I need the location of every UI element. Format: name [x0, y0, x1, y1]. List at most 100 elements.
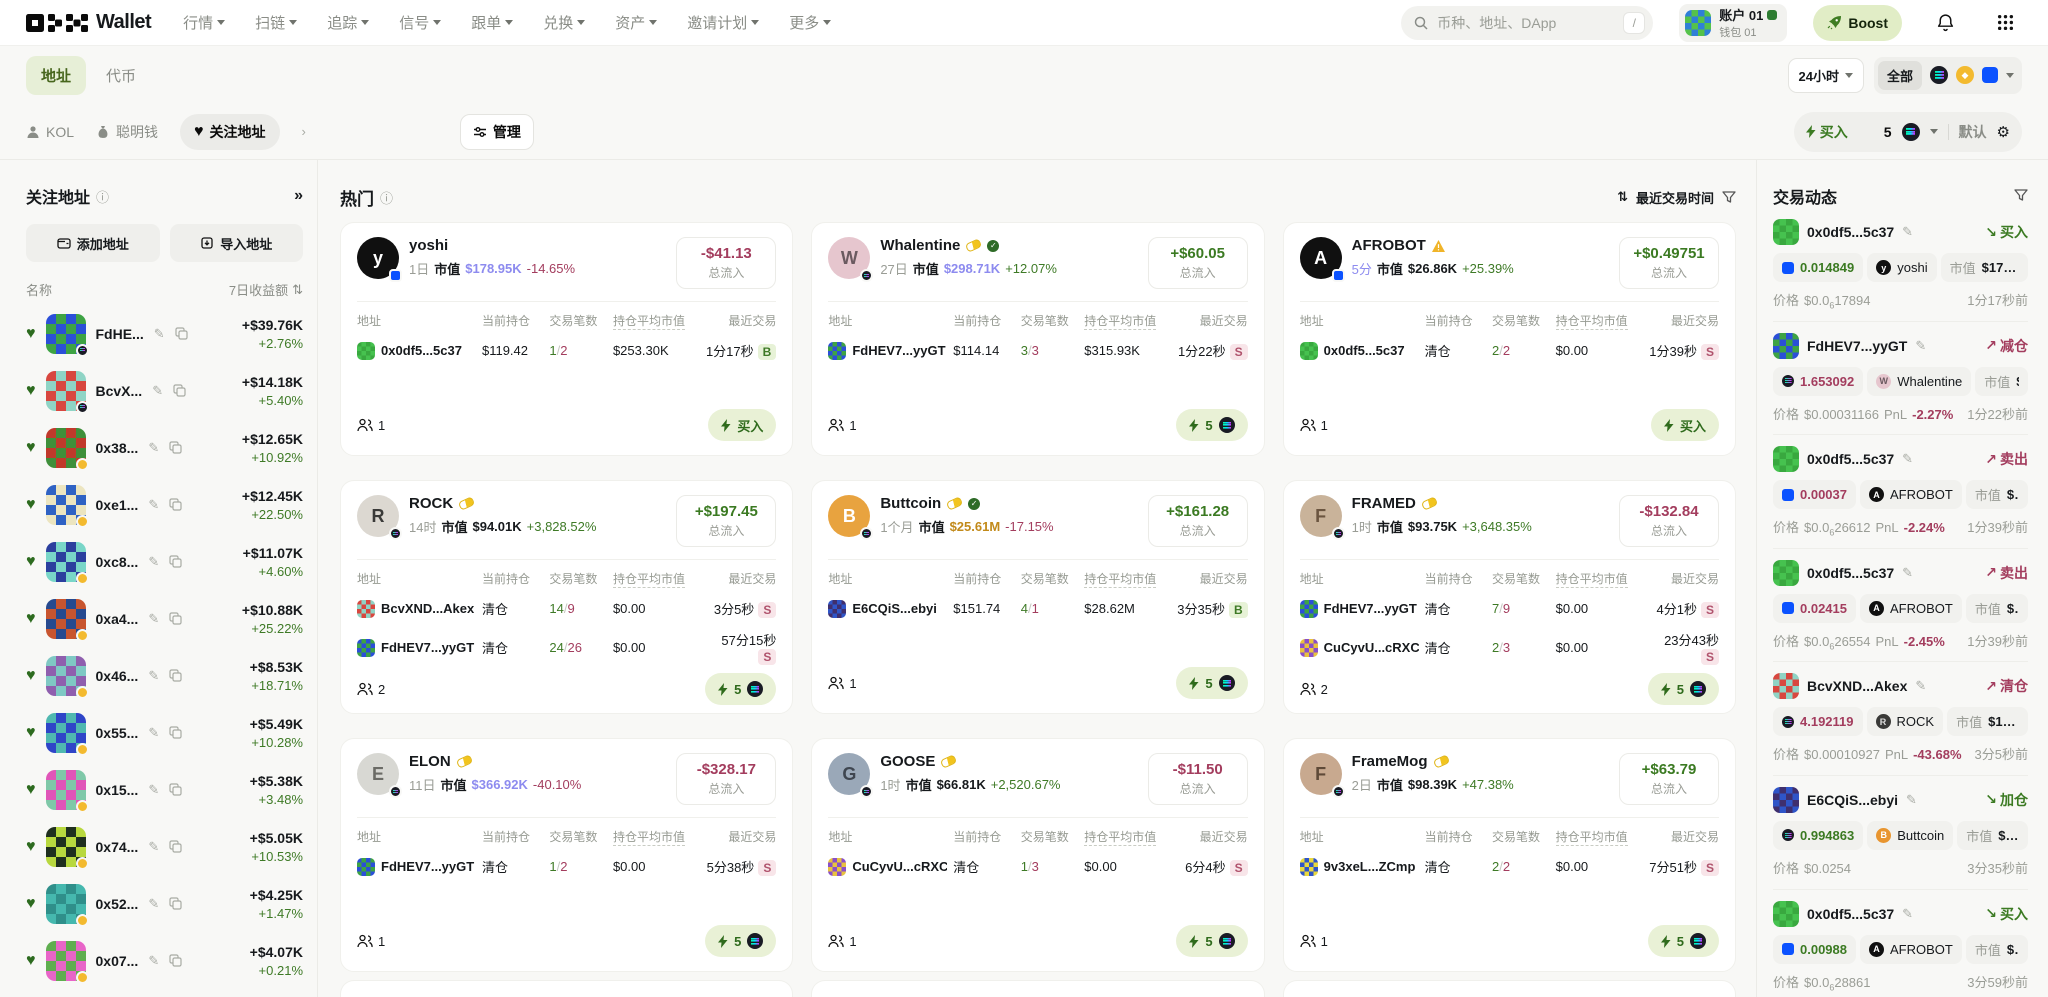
trader-address[interactable]: 0x0df5...5c37: [1807, 906, 1894, 922]
nav-item[interactable]: 更多: [789, 12, 831, 33]
edit-pencil-icon[interactable]: ✎: [148, 953, 159, 969]
address-name[interactable]: 0x46...: [96, 668, 139, 684]
nav-item[interactable]: 资产: [615, 12, 657, 33]
address-name[interactable]: FdHE...: [96, 326, 144, 342]
address-name[interactable]: 0x55...: [96, 725, 139, 741]
edit-pencil-icon[interactable]: ✎: [148, 725, 159, 741]
tab-address[interactable]: 地址: [26, 56, 86, 95]
info-icon[interactable]: ⓘ: [380, 188, 393, 207]
address-name[interactable]: 0x15...: [96, 782, 139, 798]
token-name[interactable]: ELON: [409, 753, 451, 770]
holder-address[interactable]: 9v3xeL...ZCmp: [1300, 858, 1419, 876]
edit-pencil-icon[interactable]: ✎: [1902, 451, 1913, 467]
account-switcher[interactable]: 账户 01 钱包 01: [1679, 4, 1787, 42]
favorite-heart-icon[interactable]: ♥: [26, 895, 36, 913]
copy-icon[interactable]: [169, 555, 182, 568]
address-name[interactable]: 0xc8...: [96, 554, 139, 570]
watchlist-row[interactable]: ♥ 0x55... ✎ +$5.49K +10.28%: [26, 704, 303, 761]
token-card[interactable]: F FrameMog ✓ 2日: [1283, 738, 1736, 972]
token-name[interactable]: AFROBOT: [1352, 237, 1426, 254]
token-name[interactable]: Buttcoin: [880, 495, 941, 512]
gear-icon[interactable]: ⚙: [1997, 123, 2010, 141]
okx-wallet-logo[interactable]: Wallet: [26, 11, 151, 34]
trade-feed-item[interactable]: 0x0df5...5c37 ✎ ↘ 买入 0.014849: [1773, 208, 2028, 322]
card-buy-button[interactable]: 5: [1176, 667, 1247, 699]
token-card[interactable]: R ROCK ✓ 14时 市值: [340, 480, 793, 714]
token-chip[interactable]: R ROCK: [1867, 707, 1944, 736]
token-card[interactable]: G GOOSE ✓ 1时 市值: [811, 738, 1264, 972]
card-buy-button[interactable]: 买入: [708, 409, 776, 441]
copy-icon[interactable]: [175, 327, 188, 340]
watchlist-row[interactable]: ♥ 0x74... ✎ +$5.05K +10.53%: [26, 818, 303, 875]
nav-item[interactable]: 扫链: [255, 12, 297, 33]
watchlist-row[interactable]: ♥ 0x38... ✎ +$12.65K +10.92%: [26, 419, 303, 476]
edit-pencil-icon[interactable]: ✎: [148, 668, 159, 684]
address-name[interactable]: 0xa4...: [96, 611, 139, 627]
card-buy-button[interactable]: 5: [1176, 925, 1247, 957]
collapse-sidebar-icon[interactable]: »: [294, 187, 303, 205]
boost-button[interactable]: Boost: [1813, 5, 1902, 41]
copy-icon[interactable]: [169, 954, 182, 967]
card-buy-button[interactable]: 5: [705, 925, 776, 957]
watchlist-row[interactable]: ♥ BcvX... ✎ +$14.18K +5.40%: [26, 362, 303, 419]
holder-address[interactable]: 0x0df5...5c37: [1300, 342, 1419, 360]
trader-address[interactable]: BcvXND...Akex: [1807, 678, 1907, 694]
trader-address[interactable]: 0x0df5...5c37: [1807, 224, 1894, 240]
trader-address[interactable]: E6CQiS...ebyi: [1807, 792, 1898, 808]
nav-item[interactable]: 行情: [183, 12, 225, 33]
funnel-icon[interactable]: [1722, 190, 1736, 204]
watchlist-row[interactable]: ♥ 0xa4... ✎ +$10.88K +25.22%: [26, 590, 303, 647]
trade-feed-item[interactable]: FdHEV7...yyGT ✎ ↗ 减仓 1.653092: [1773, 322, 2028, 436]
nav-item[interactable]: 追踪: [327, 12, 369, 33]
edit-pencil-icon[interactable]: ✎: [1915, 678, 1926, 694]
solana-coin-icon[interactable]: [1902, 123, 1920, 141]
address-name[interactable]: 0x07...: [96, 953, 139, 969]
nav-item[interactable]: 信号: [399, 12, 441, 33]
favorite-heart-icon[interactable]: ♥: [26, 952, 36, 970]
quick-buy-preset[interactable]: 默认: [1959, 122, 1987, 142]
token-card[interactable]: A AFROBOT ✓ 5分 市: [1283, 222, 1736, 456]
watchlist-row[interactable]: ♥ 0x15... ✎ +$5.38K +3.48%: [26, 761, 303, 818]
token-card[interactable]: B Buttcoin ✓ 1个月: [811, 480, 1264, 714]
bnb-chain-icon[interactable]: ◆: [1956, 66, 1974, 84]
watchlist-row[interactable]: ♥ 0x46... ✎ +$8.53K +18.71%: [26, 647, 303, 704]
info-icon[interactable]: ⓘ: [96, 187, 109, 206]
holder-address[interactable]: CuCyvU...cRXC: [828, 858, 947, 876]
token-card[interactable]: E ELON ✓ 11日 市值: [340, 738, 793, 972]
copy-icon[interactable]: [169, 783, 182, 796]
copy-icon[interactable]: [169, 897, 182, 910]
feed-filter-button[interactable]: [2014, 188, 2028, 205]
edit-pencil-icon[interactable]: ✎: [1902, 906, 1913, 922]
favorite-heart-icon[interactable]: ♥: [26, 781, 36, 799]
holder-address[interactable]: FdHEV7...yyGT: [828, 342, 947, 360]
holder-address[interactable]: 0x0df5...5c37: [357, 342, 476, 360]
token-name[interactable]: ROCK: [409, 495, 453, 512]
copy-icon[interactable]: [169, 840, 182, 853]
token-chip[interactable]: y yoshi: [1867, 253, 1936, 282]
token-chip[interactable]: W Whalentine: [1867, 367, 1971, 396]
copy-icon[interactable]: [169, 726, 182, 739]
token-chip[interactable]: A AFROBOT: [1860, 935, 1962, 964]
holder-address[interactable]: FdHEV7...yyGT: [357, 858, 476, 876]
nav-item[interactable]: 邀请计划: [687, 12, 759, 33]
token-name[interactable]: FrameMog: [1352, 753, 1428, 770]
copy-icon[interactable]: [169, 441, 182, 454]
edit-pencil-icon[interactable]: ✎: [148, 440, 159, 456]
watchlist-row[interactable]: ♥ 0xc5... ✎ +$3.91K: [26, 989, 303, 997]
favorite-heart-icon[interactable]: ♥: [26, 382, 36, 400]
favorite-heart-icon[interactable]: ♥: [26, 610, 36, 628]
watchlist-row[interactable]: ♥ FdHE... ✎ +$39.76K +2.76%: [26, 305, 303, 362]
base-chain-icon[interactable]: [1982, 67, 1998, 83]
card-buy-button[interactable]: 5: [1648, 673, 1719, 705]
holder-address[interactable]: FdHEV7...yyGT: [1300, 600, 1419, 618]
chevron-down-icon[interactable]: [1930, 129, 1938, 134]
holder-address[interactable]: E6CQiS...ebyi: [828, 600, 947, 618]
chain-all-button[interactable]: 全部: [1878, 61, 1922, 90]
edit-pencil-icon[interactable]: ✎: [148, 497, 159, 513]
favorite-heart-icon[interactable]: ♥: [26, 496, 36, 514]
filter-kol[interactable]: KOL: [26, 124, 74, 140]
token-chip[interactable]: A AFROBOT: [1860, 594, 1962, 623]
search-input[interactable]: 币种、地址、DApp /: [1401, 6, 1653, 40]
watchlist-row[interactable]: ♥ 0xc8... ✎ +$11.07K +4.60%: [26, 533, 303, 590]
favorite-heart-icon[interactable]: ♥: [26, 439, 36, 457]
